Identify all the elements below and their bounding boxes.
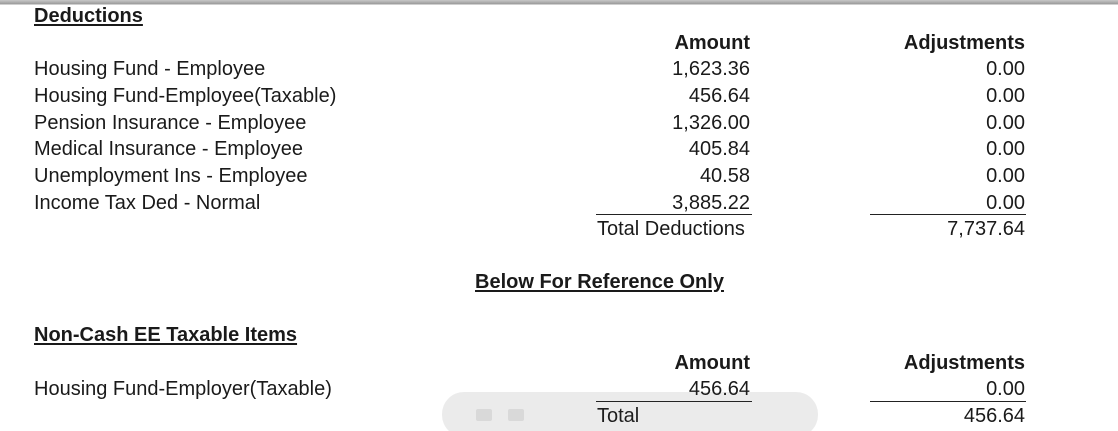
deduction-amount: 1,326.00 xyxy=(672,112,750,134)
amount-total-rule xyxy=(596,214,752,215)
deduction-adjustment: 0.00 xyxy=(986,112,1025,134)
deduction-label: Housing Fund-Employee(Taxable) xyxy=(34,85,337,107)
non-cash-adjustments-rule xyxy=(870,401,1026,402)
deduction-label: Pension Insurance - Employee xyxy=(34,112,307,134)
payslip-page: Deductions Amount Adjustments Housing Fu… xyxy=(0,0,1118,431)
non-cash-heading: Non-Cash EE Taxable Items xyxy=(34,324,298,346)
deductions-amount-header: Amount xyxy=(674,32,750,54)
deduction-adjustment: 0.00 xyxy=(986,138,1025,160)
viewer-toolbar[interactable] xyxy=(442,392,818,431)
deductions-adjustments-header: Adjustments xyxy=(903,32,1025,54)
deduction-amount: 456.64 xyxy=(688,85,750,107)
deduction-label: Income Tax Ded - Normal xyxy=(34,192,261,214)
total-deductions-label: Total Deductions xyxy=(597,218,745,240)
deduction-label: Unemployment Ins - Employee xyxy=(34,165,308,187)
non-cash-adjustments-header: Adjustments xyxy=(903,352,1025,374)
deduction-adjustment: 0.00 xyxy=(986,85,1025,107)
deduction-label: Medical Insurance - Employee xyxy=(34,138,304,160)
non-cash-total-value: 456.64 xyxy=(963,405,1025,427)
deductions-heading: Deductions xyxy=(34,5,143,27)
deduction-adjustment: 0.00 xyxy=(986,58,1025,80)
page-icon[interactable] xyxy=(508,409,524,421)
non-cash-amount-header: Amount xyxy=(674,352,750,374)
deduction-adjustment: 0.00 xyxy=(986,165,1025,187)
deduction-amount: 40.58 xyxy=(699,165,750,187)
deduction-amount: 3,885.22 xyxy=(672,192,750,214)
non-cash-adjustment: 0.00 xyxy=(986,378,1025,400)
deduction-label: Housing Fund - Employee xyxy=(34,58,266,80)
deduction-adjustment: 0.00 xyxy=(986,192,1025,214)
top-border xyxy=(0,0,1118,5)
deduction-amount: 405.84 xyxy=(688,138,750,160)
adjustments-total-rule xyxy=(870,214,1026,215)
deduction-amount: 1,623.36 xyxy=(672,58,750,80)
non-cash-label: Housing Fund-Employer(Taxable) xyxy=(34,378,332,400)
total-deductions-value: 7,737.64 xyxy=(947,218,1025,240)
page-icon[interactable] xyxy=(476,409,492,421)
reference-heading: Below For Reference Only xyxy=(475,271,724,293)
